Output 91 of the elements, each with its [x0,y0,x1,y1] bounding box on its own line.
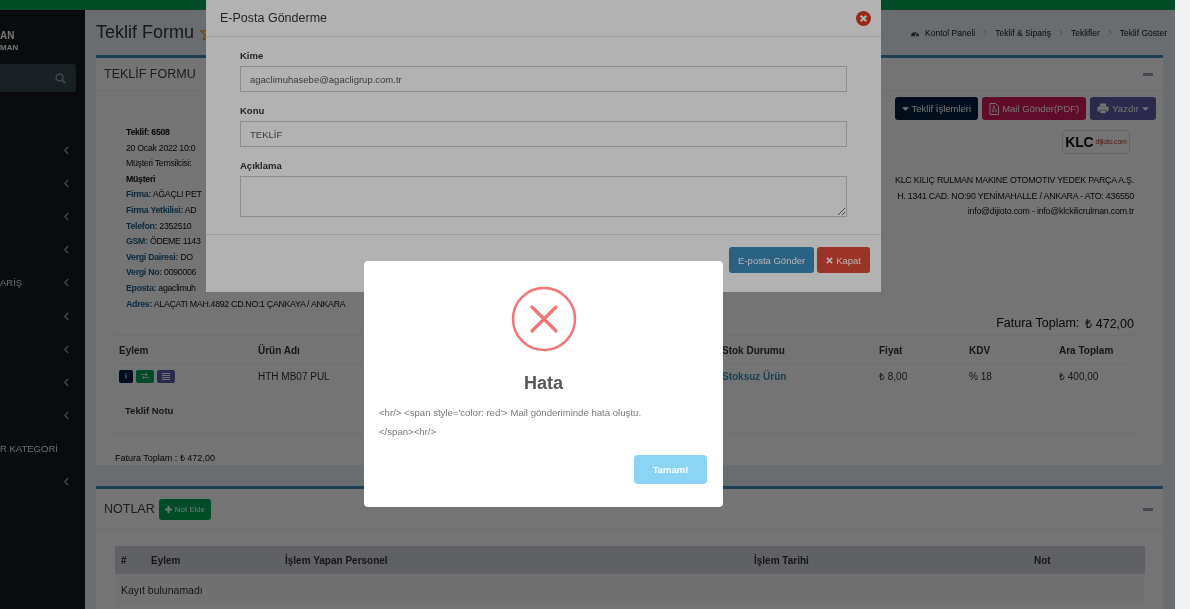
minus-icon [1143,507,1153,511]
customer-info-field: Telefon: 2352510 [126,218,192,235]
customer-info-field: Vergi No: 0090006 [126,265,197,281]
chevron-right-icon [982,29,989,36]
column-header: KDV [968,344,992,356]
customer-info-text: 20 Ocak 2022 10:0 [126,141,196,155]
info-button[interactable] [119,369,133,383]
table-cell-text: % 18 [968,370,993,382]
company-info-text: KLC KILIÇ RULMAN MAKINE OTOMOTIV YEDEK PARÇA A.Ş. [894,174,1134,187]
field-label: Kime [240,50,265,61]
invoice-total: Fatura Toplam : ₺ 472,00 [114,452,215,465]
total-label: Fatura Toplam: [996,316,1080,331]
chevron-left-icon [63,179,70,189]
search-field[interactable] [0,64,76,92]
user-role: MAN [0,42,20,54]
close-button[interactable]: Kapat [817,247,870,273]
plus-icon [164,505,172,513]
breadcrumb-link[interactable]: Teklifler [1070,27,1100,38]
close-button[interactable] [856,10,871,26]
error-message: <hr/> <span style='color: red'> Mail gönderiminde hata oluştu. </span><hr/> [379,406,643,439]
column-header: Ara Toplam [1058,344,1115,356]
field-label: Açıklama [240,160,283,171]
table-cell-text: ₺ 400,00 [1058,370,1100,384]
text-field[interactable]: TEKLİF [240,121,847,147]
customer-info-heading: Müşteri [126,172,156,186]
customer-info-field: Adres: ALAÇATI MAH.4892 CD.NO:1 ÇANKAYA / ANKARA [126,296,346,313]
customer-info-field: GSM: ÖDEME 1143 [126,234,201,250]
caret-down-icon [901,106,909,111]
sidebar-item[interactable]: ARİŞ [0,266,85,300]
user-name: AN [0,30,16,42]
list-icon [161,372,171,381]
error-icon [510,286,577,352]
company-info-text: H. 1341 CAD. NO:90 YENİMAHALLE / ANKARA - ATO: 436550 [897,189,1134,203]
customer-info-text: Müşteri Temsilcisi: [126,157,192,171]
panel-title: TEKLİF FORMU [104,67,196,81]
customer-info-field: Firma: AĞAÇLI PET [126,187,202,203]
print-dropdown-button[interactable]: Yazdır [1090,97,1156,120]
table-cell-text: ₺ 8,00 [878,370,909,384]
chevron-left-icon [63,410,70,420]
chevron-left-icon [63,212,70,222]
printer-icon [1097,103,1110,114]
column-header: # [120,554,128,566]
dialog-title: Hata [524,373,563,394]
chevron-left-icon [63,146,70,156]
search-icon [55,72,66,84]
breadcrumb-link[interactable]: Teklif & Sipariş [995,27,1051,38]
chevron-left-icon [63,245,70,255]
swap-button[interactable] [136,369,154,383]
column-header: Eylem [150,554,182,566]
chevron-left-icon [63,311,70,321]
column-header: Ürün Adı [257,344,301,356]
caret-down-icon [1142,106,1149,111]
info-icon [122,372,130,381]
close-icon [826,256,834,264]
modal-title: E-Posta Gönderme [220,11,327,25]
send-email-button[interactable]: E-posta Gönder [729,247,815,273]
breadcrumb-link[interactable]: Kontol Paneli [925,27,976,38]
table-cell-text: HTH MB07 PUL [257,370,331,382]
note-label: Teklif Notu [125,404,174,416]
text-area[interactable] [240,176,847,217]
column-header: Stok Durumu [721,344,786,356]
panel-title: NOTLAR [104,502,155,516]
chevron-left-icon [63,377,70,387]
column-header: İşlem Tarihi [753,554,810,566]
customer-info-field: Firma Yetkilisi: AD [126,202,197,219]
chevron-right-icon [1106,29,1113,36]
customer-info-field: Vergi Dairesi: DO [126,249,193,266]
column-header: Fiyat [878,344,904,356]
company-info-text: info@dijioto.com - info@klckilicrulman.com.tr [967,205,1134,218]
page-title: Teklif Formu [96,22,194,43]
add-note-button[interactable]: Not Ekle [158,498,211,520]
chevron-left-icon [63,477,70,486]
customer-info-field: Eposta: agaclimuh [126,280,196,297]
chevron-right-icon [1057,29,1064,36]
column-header: İşlem Yapan Personel [284,554,389,566]
chevron-left-icon [63,344,70,354]
list-button[interactable] [157,369,175,383]
swap-arrows-icon [140,372,150,381]
minus-icon [1143,72,1153,76]
column-header: Not [1033,554,1052,566]
pdf-file-icon [989,102,1000,115]
customer-info-heading: Teklif: 6508 [126,126,170,139]
total-amount: ₺ 472,00 [1085,315,1134,332]
chevron-left-icon [63,278,70,288]
field-label: Konu [240,105,266,116]
actions-dropdown-button[interactable]: Teklif İşlemleri [894,97,979,120]
text-field[interactable]: agaclimuhasebe@agacligrup.com.tr [240,66,847,92]
column-header: Eylem [118,344,150,356]
sidebar-item[interactable]: R KATEGORİ [0,431,85,465]
breadcrumb-link[interactable]: Teklif Göster [1119,27,1167,38]
mail-pdf-button[interactable]: Mail Gönder(PDF) [982,97,1087,120]
